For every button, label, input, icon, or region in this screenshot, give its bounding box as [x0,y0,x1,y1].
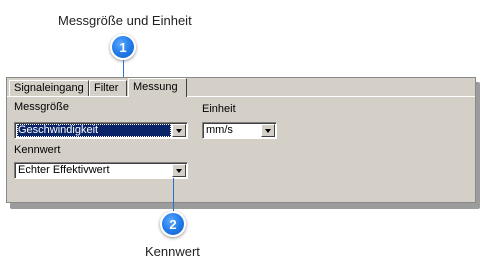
kennwert-value: Echter Effektivwert [18,164,110,176]
einheit-label: Einheit [202,103,236,115]
callout-1-badge: 1 [110,34,136,60]
kennwert-combo[interactable]: Echter Effektivwert [14,162,188,179]
messgroesse-combo[interactable]: Geschwindigkeit [14,122,188,139]
kennwert-dropdown-button[interactable] [172,164,186,177]
chevron-down-icon [265,129,271,133]
tab-bar: Signaleingang Filter Messung [7,78,475,97]
messgroesse-label: Messgröße [14,101,70,113]
tab-signaleingang[interactable]: Signaleingang [9,80,89,96]
tab-filter[interactable]: Filter [89,80,127,96]
einheit-combo[interactable]: mm/s [202,122,277,139]
messgroesse-dropdown-button[interactable] [172,124,186,137]
chevron-down-icon [176,129,182,133]
callout-2-badge: 2 [160,211,186,237]
tab-messung[interactable]: Messung [128,78,187,97]
callout-2-leader [173,178,174,211]
tab-baseline [7,96,475,97]
chevron-down-icon [176,169,182,173]
measurement-panel: Signaleingang Filter Messung Messgröße G… [6,77,476,203]
messgroesse-value: Geschwindigkeit [17,124,171,137]
einheit-value: mm/s [206,124,233,136]
einheit-dropdown-button[interactable] [261,124,275,137]
callout-2-title: Kennwert [145,244,200,259]
callout-1-title: Messgröße und Einheit [58,13,192,28]
kennwert-label: Kennwert [14,144,61,156]
